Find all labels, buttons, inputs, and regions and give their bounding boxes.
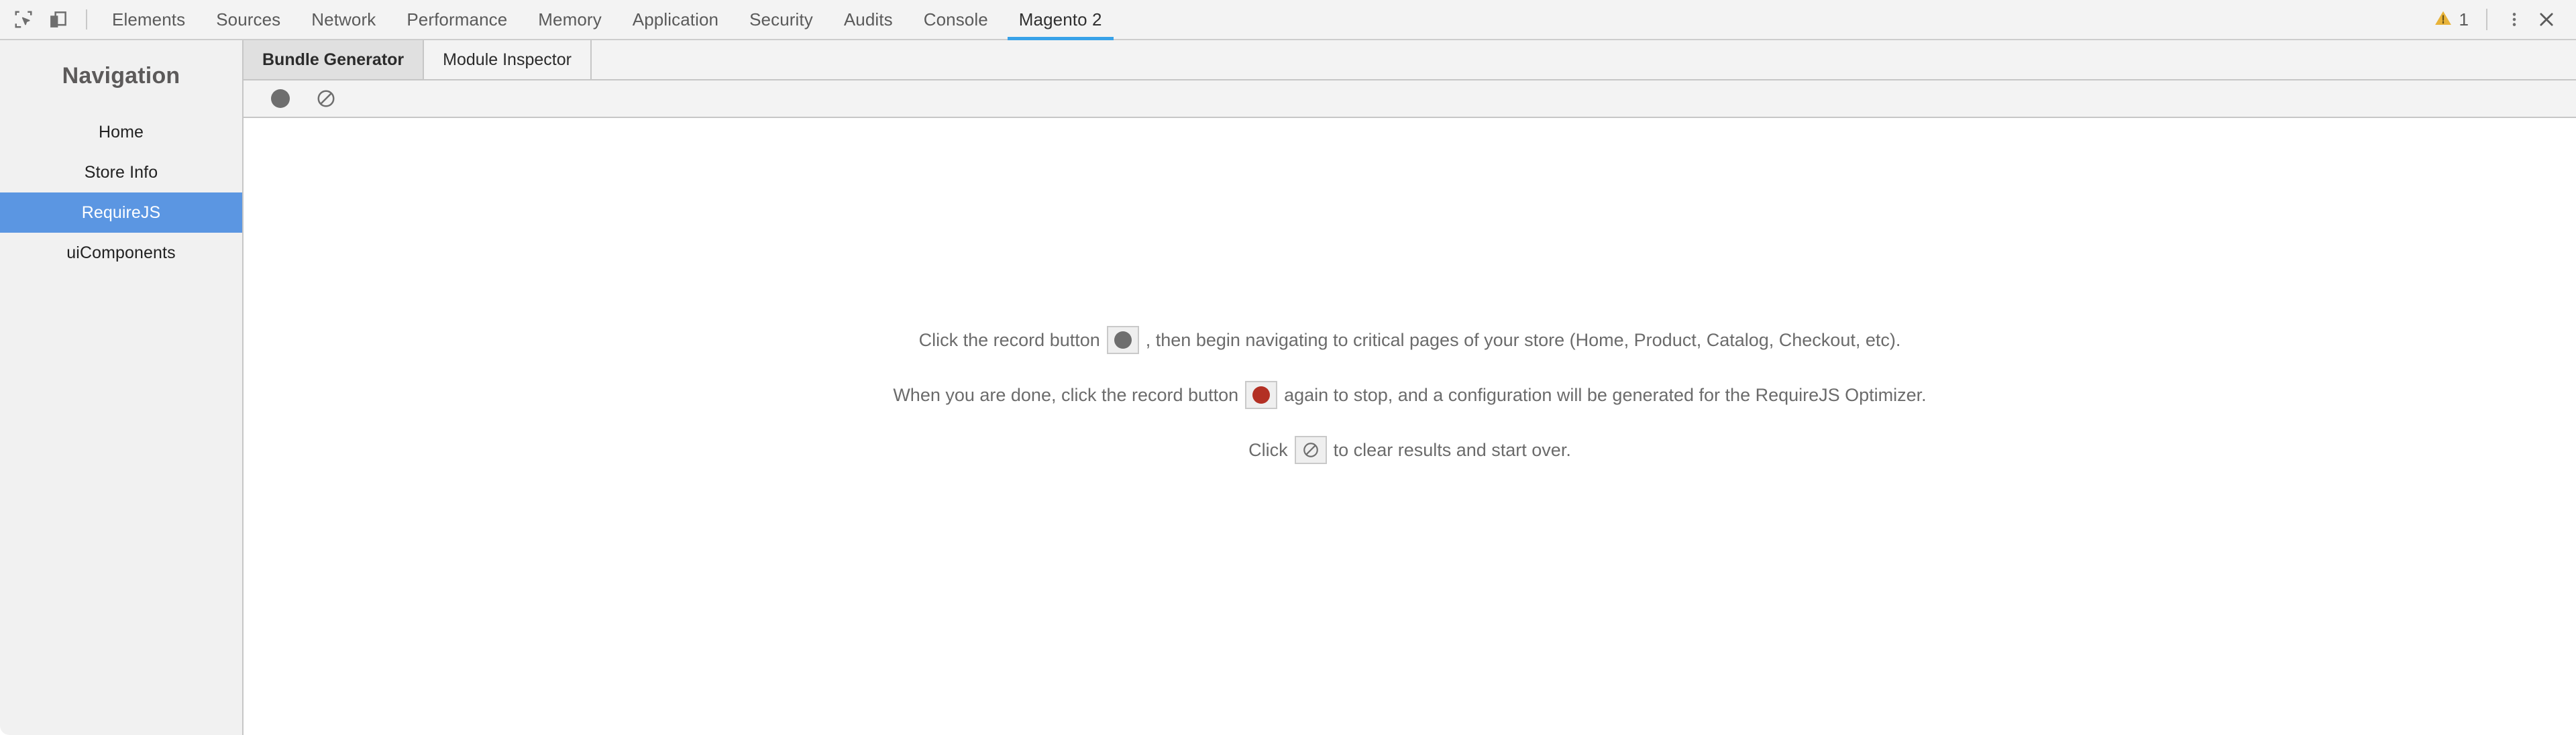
devtools-window: Elements Sources Network Performance Mem… (0, 0, 2576, 735)
warning-indicator[interactable]: 1 (2428, 9, 2474, 31)
subtab-module-inspector[interactable]: Module Inspector (424, 40, 592, 79)
close-icon[interactable] (2532, 5, 2561, 34)
kebab-menu-icon[interactable] (2500, 5, 2529, 34)
sidebar-item-uicomponents[interactable]: uiComponents (0, 233, 242, 273)
tab-audits[interactable]: Audits (828, 0, 908, 39)
record-active-dot-icon (1252, 386, 1271, 404)
record-dot-icon (1114, 331, 1132, 349)
inline-clear-button[interactable] (1294, 436, 1327, 464)
subtab-bundle-generator[interactable]: Bundle Generator (244, 40, 425, 79)
navigation-sidebar: Navigation Home Store Info RequireJS uiC… (0, 40, 244, 735)
panel-toolbar (244, 80, 2576, 118)
devtools-body: Navigation Home Store Info RequireJS uiC… (0, 40, 2576, 735)
help-line-1: Click the record button , then begin nav… (918, 326, 1901, 354)
clear-button[interactable] (311, 83, 341, 114)
requirejs-panel: Bundle Generator Module Inspector Click … (244, 40, 2576, 735)
devtools-toolbar: Elements Sources Network Performance Mem… (0, 0, 2576, 40)
record-button[interactable] (265, 83, 296, 114)
clear-slash-icon (1303, 443, 1318, 457)
toolbar-right-group: 1 (2428, 5, 2576, 34)
inline-record-button-stop[interactable] (1245, 381, 1278, 409)
tab-elements[interactable]: Elements (97, 0, 201, 39)
panel-subtab-strip: Bundle Generator Module Inspector (244, 40, 2576, 80)
device-toolbar-icon[interactable] (44, 5, 72, 34)
record-dot-icon (271, 89, 290, 108)
warning-count: 1 (2459, 9, 2469, 30)
tab-memory[interactable]: Memory (523, 0, 617, 39)
help-line-3-before: Click (1248, 439, 1288, 460)
tab-console[interactable]: Console (908, 0, 1004, 39)
help-line-3: Click to clear results and start over. (1248, 436, 1571, 464)
toolbar-right-divider (2486, 9, 2487, 30)
toolbar-divider (86, 9, 87, 30)
sidebar-title: Navigation (62, 63, 180, 89)
help-line-1-before: Click the record button (918, 329, 1100, 350)
devtools-tab-strip: Elements Sources Network Performance Mem… (97, 0, 1118, 40)
inspect-element-icon[interactable] (9, 5, 38, 34)
inline-record-button-start[interactable] (1106, 326, 1139, 354)
sidebar-item-store-info[interactable]: Store Info (0, 152, 242, 192)
warning-triangle-icon (2434, 9, 2453, 31)
tab-magento-2[interactable]: Magento 2 (1004, 0, 1118, 40)
panel-empty-state: Click the record button , then begin nav… (244, 118, 2576, 735)
help-line-2: When you are done, click the record butt… (893, 381, 1927, 409)
help-line-1-after: , then begin navigating to critical page… (1145, 329, 1901, 350)
sidebar-item-requirejs[interactable]: RequireJS (0, 192, 242, 233)
help-line-3-after: to clear results and start over. (1333, 439, 1571, 460)
toolbar-left-icons (0, 5, 94, 34)
sidebar-item-home[interactable]: Home (0, 112, 242, 152)
help-line-2-before: When you are done, click the record butt… (893, 384, 1239, 405)
tab-security[interactable]: Security (734, 0, 828, 39)
tab-performance[interactable]: Performance (391, 0, 523, 39)
tab-network[interactable]: Network (296, 0, 391, 39)
help-line-2-after: again to stop, and a configuration will … (1284, 384, 1927, 405)
tab-sources[interactable]: Sources (201, 0, 296, 39)
tab-application[interactable]: Application (617, 0, 734, 39)
